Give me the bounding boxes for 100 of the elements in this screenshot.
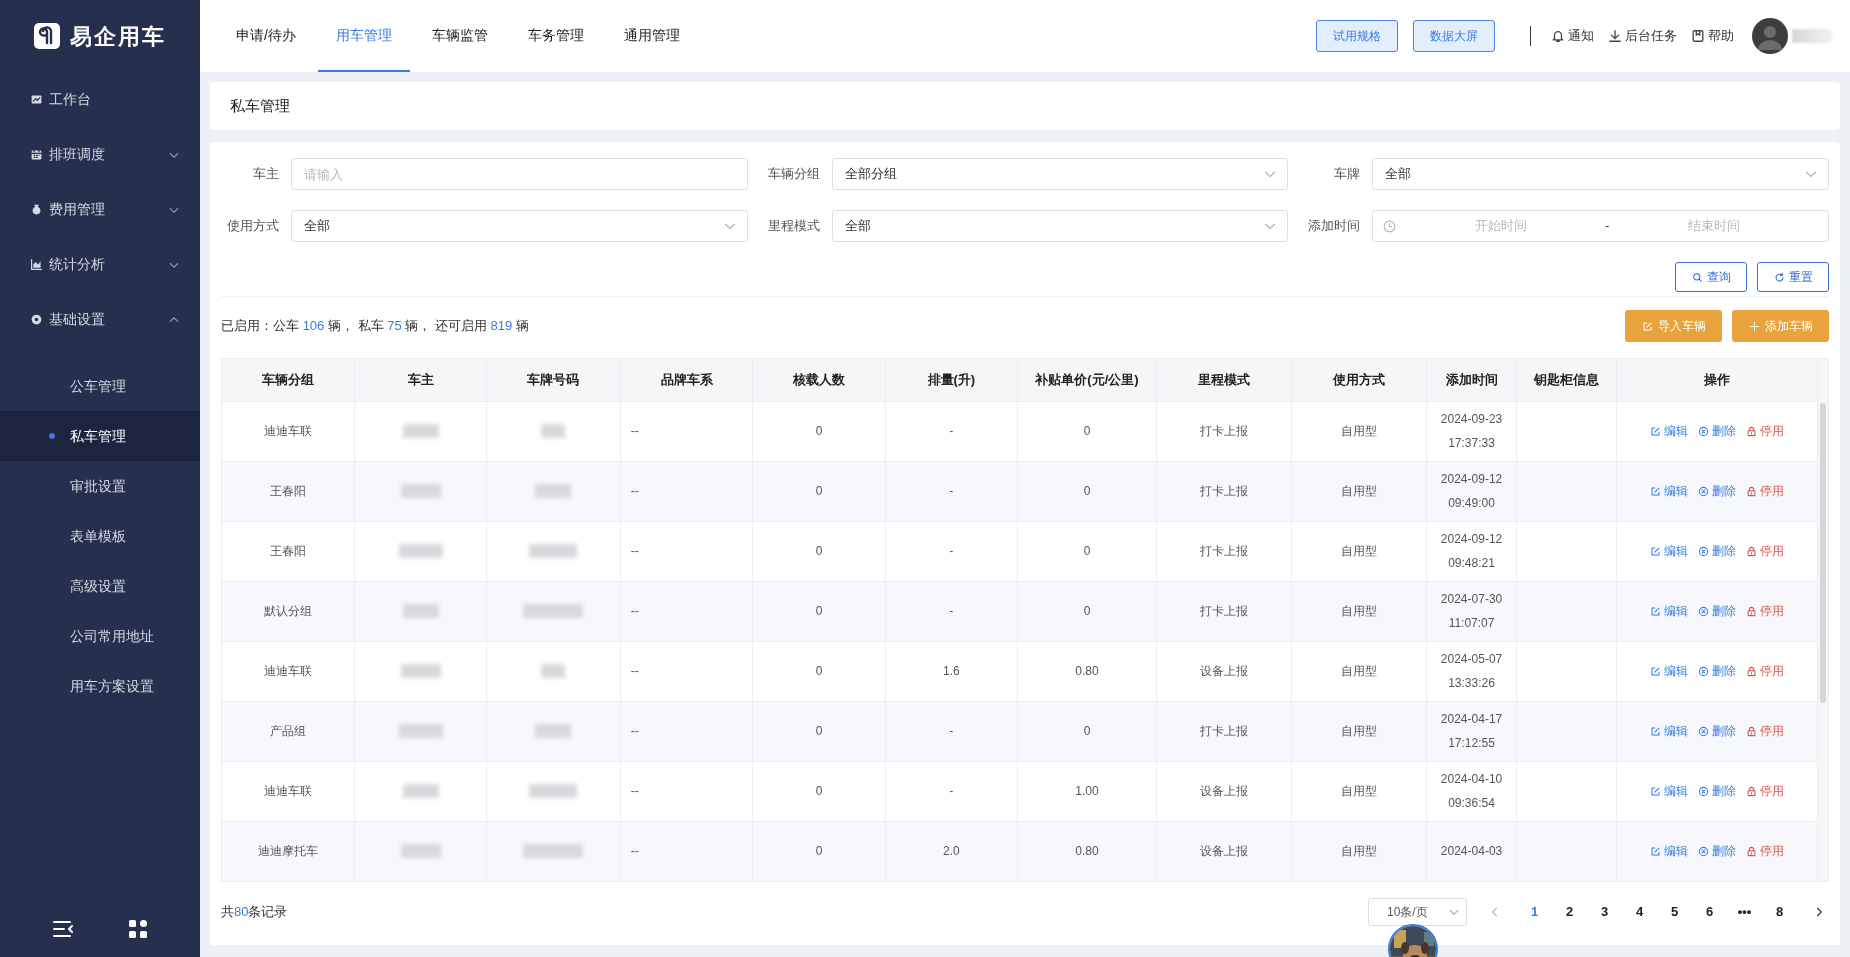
filter-button[interactable]: 重置 (1757, 262, 1829, 292)
header-button[interactable]: 数据大屏 (1413, 20, 1495, 52)
delete-circle-icon (1698, 785, 1710, 797)
sidebar-item[interactable]: 统计分析 (0, 237, 200, 292)
redacted-text (402, 784, 439, 798)
header-link[interactable]: 帮助 (1691, 26, 1734, 46)
row-action-link[interactable]: 删除 (1698, 842, 1737, 861)
date-range-field[interactable]: 开始时间 - 结束时间 (1372, 210, 1829, 242)
row-action-link[interactable]: 删除 (1698, 782, 1737, 800)
sidebar-item[interactable]: 费用管理 (0, 182, 200, 237)
edit-icon (1650, 485, 1662, 497)
sidebar-subitem[interactable]: 审批设置 (0, 461, 200, 511)
row-action-link[interactable]: 编辑 (1650, 722, 1689, 740)
row-action-link[interactable]: 停用 (1746, 602, 1785, 620)
redacted-text (400, 664, 441, 678)
table-cell: 设备上报 (1156, 821, 1292, 881)
text-input[interactable]: 请输入 (291, 158, 748, 190)
nav-tab[interactable]: 申请/待办 (218, 0, 314, 72)
redacted-text (402, 604, 439, 618)
lock-icon (1746, 785, 1758, 797)
sidebar-subitem[interactable]: 私车管理 (0, 411, 200, 461)
select-field[interactable]: 全部分组 (831, 158, 1289, 190)
page-button[interactable]: 3 (1587, 898, 1622, 926)
sidebar-item[interactable]: 基础设置 (0, 292, 200, 347)
table-cell: 0 (752, 821, 886, 881)
table-cell-text: 2024-09-12 (1439, 531, 1504, 548)
bell-icon (1551, 29, 1565, 43)
field-label: 车牌 (1333, 165, 1361, 184)
nav-tab[interactable]: 用车管理 (317, 0, 410, 72)
row-action-link[interactable]: 编辑 (1650, 782, 1689, 800)
nav-tab[interactable]: 车辆监管 (413, 0, 506, 72)
redacted-text (529, 544, 578, 558)
row-action-link[interactable]: 编辑 (1650, 482, 1689, 500)
table-cell-text: 2024-04-17 (1439, 711, 1504, 728)
sidebar-subitem[interactable]: 公车管理 (0, 361, 200, 411)
sidebar-item[interactable]: 排班调度 (0, 127, 200, 182)
row-action-link[interactable]: 停用 (1746, 782, 1785, 800)
table-cell-text: 2024-09-12 (1439, 471, 1504, 488)
select-field[interactable]: 全部 (1372, 158, 1829, 190)
scrollbar-thumb[interactable] (1820, 403, 1826, 703)
logo-icon (34, 23, 60, 49)
gear-icon (30, 313, 43, 326)
table-cell-text: 09:49:00 (1447, 495, 1496, 512)
sidebar-subitem[interactable]: 公司常用地址 (0, 611, 200, 661)
page-button[interactable]: ••• (1727, 898, 1762, 926)
page-button[interactable]: 4 (1622, 898, 1657, 926)
calendar-icon (30, 148, 43, 161)
row-action-link[interactable]: 停用 (1746, 422, 1785, 440)
select-field[interactable]: 全部 (831, 210, 1289, 242)
table-cell-text: 2024-07-30 (1439, 591, 1504, 608)
nav-tab[interactable]: 通用管理 (605, 0, 698, 72)
table-cell: 0.80 (1017, 821, 1157, 881)
nav-tab[interactable]: 车务管理 (509, 0, 602, 72)
edit-icon (1650, 785, 1662, 797)
select-field[interactable]: 全部 (291, 210, 748, 242)
row-action-link[interactable]: 删除 (1698, 542, 1737, 560)
row-action-link[interactable]: 删除 (1698, 422, 1737, 440)
page-button[interactable]: 8 (1762, 898, 1797, 926)
sidebar-subitem[interactable]: 表单模板 (0, 511, 200, 561)
filter-button[interactable]: 查询 (1675, 262, 1747, 292)
page-button[interactable]: 6 (1692, 898, 1727, 926)
row-action-link[interactable]: 删除 (1698, 602, 1737, 620)
lock-icon (1746, 545, 1758, 557)
apps-grid-icon[interactable] (128, 919, 148, 939)
row-action-link[interactable]: 编辑 (1650, 422, 1689, 440)
sidebar-subitem[interactable]: 用车方案设置 (0, 661, 200, 711)
delete-circle-icon (1698, 425, 1710, 437)
page-button[interactable]: 5 (1657, 898, 1692, 926)
row-action-link[interactable]: 编辑 (1650, 602, 1689, 620)
row-action-link[interactable]: 停用 (1746, 542, 1785, 560)
table-cell-text: 2024-04-03 (1439, 843, 1504, 861)
row-action-link[interactable]: 停用 (1746, 662, 1785, 680)
header-button[interactable]: 试用规格 (1316, 20, 1398, 52)
sidebar-item[interactable]: 工作台 (0, 72, 200, 127)
table-cell-text: 2024-05-07 (1439, 651, 1504, 668)
sidebar-subitem[interactable]: 高级设置 (0, 561, 200, 611)
field-label: 车主 (252, 165, 279, 184)
table-cell: 自用型 (1291, 821, 1427, 881)
row-action-link[interactable]: 停用 (1746, 842, 1785, 861)
row-action-link[interactable]: 编辑 (1650, 662, 1689, 680)
row-action-link[interactable]: 编辑 (1650, 542, 1689, 560)
page-button[interactable]: 1 (1517, 898, 1552, 926)
delete-circle-icon (1698, 485, 1710, 497)
field-label: 使用方式 (226, 217, 279, 236)
row-action-link[interactable]: 编辑 (1650, 842, 1689, 861)
row-action-link[interactable]: 停用 (1746, 722, 1785, 740)
avatar[interactable] (1752, 18, 1788, 54)
page-button[interactable]: 2 (1552, 898, 1587, 926)
row-action-link[interactable]: 删除 (1698, 662, 1737, 680)
lock-icon (1746, 605, 1758, 617)
page-size-select[interactable]: 10条/页 (1368, 898, 1467, 926)
row-action-link[interactable]: 删除 (1698, 722, 1737, 740)
menu-collapse-icon[interactable] (52, 920, 74, 938)
delete-circle-icon (1698, 605, 1710, 617)
row-action-link[interactable]: 停用 (1746, 482, 1785, 500)
lock-icon (1746, 845, 1758, 857)
header-link[interactable]: 后台任务 (1608, 26, 1677, 46)
header-link[interactable]: 通知 (1551, 26, 1594, 46)
row-action-link[interactable]: 删除 (1698, 482, 1737, 500)
redacted-text (541, 664, 566, 678)
